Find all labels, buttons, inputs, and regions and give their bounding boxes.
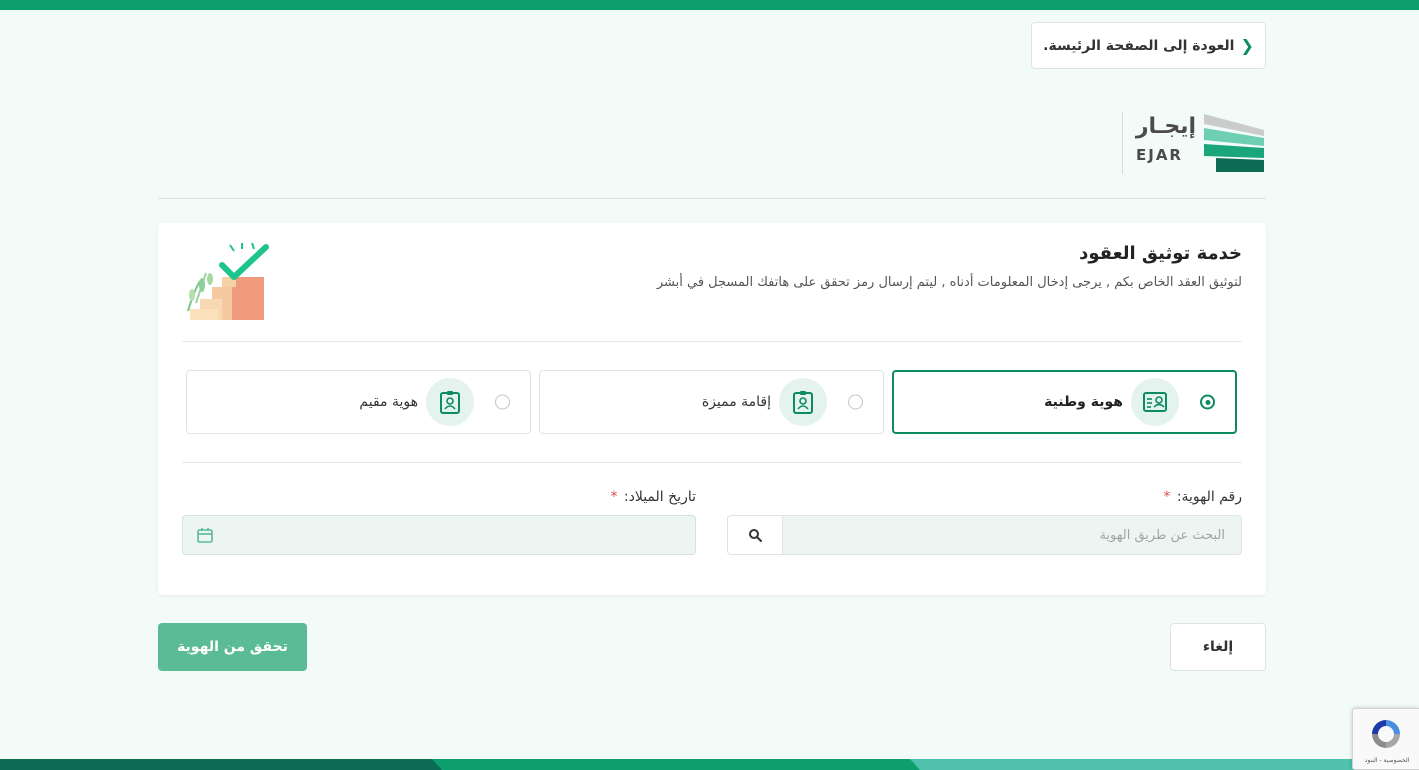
verify-identity-button[interactable]: تحقق من الهوية bbox=[158, 623, 307, 671]
calendar-icon bbox=[197, 528, 213, 543]
premium-residency-icon bbox=[779, 378, 827, 426]
id-number-placeholder: البحث عن طريق الهوية bbox=[1099, 527, 1225, 543]
national-id-icon bbox=[1131, 378, 1179, 426]
logo-english-text: EJAR bbox=[1136, 146, 1183, 164]
bottom-accent-bar bbox=[0, 759, 1419, 770]
id-type-premium-residency[interactable]: إقامة مميزة bbox=[539, 370, 884, 434]
id-number-label: رقم الهوية: * bbox=[1163, 489, 1242, 505]
cancel-button[interactable]: إلغاء bbox=[1170, 623, 1266, 671]
birth-date-input[interactable] bbox=[182, 515, 696, 555]
logo-arabic-text: إيجـار bbox=[1135, 114, 1196, 139]
radio-unselected[interactable] bbox=[495, 394, 510, 410]
header-divider bbox=[158, 198, 1266, 199]
birth-date-label-text: تاريخ الميلاد: bbox=[623, 489, 696, 505]
id-search-button[interactable] bbox=[727, 515, 783, 555]
radio-selected[interactable] bbox=[1200, 394, 1215, 410]
id-type-resident-id[interactable]: هوية مقيم bbox=[186, 370, 531, 434]
id-number-label-text: رقم الهوية: bbox=[1176, 489, 1242, 505]
recaptcha-badge[interactable]: الخصوصية - البنود bbox=[1352, 708, 1419, 770]
recaptcha-icon bbox=[1372, 720, 1400, 748]
chevron-left-icon: ❮ bbox=[1240, 36, 1254, 55]
id-number-field-group: البحث عن طريق الهوية bbox=[727, 515, 1242, 555]
back-to-home-button[interactable]: ❮ العودة إلى الصفحة الرئيسة. bbox=[1031, 22, 1266, 69]
service-subtitle: لتوثيق العقد الخاص بكم , يرجى إدخال المع… bbox=[656, 275, 1242, 290]
ejar-logo-mark bbox=[1204, 114, 1264, 172]
stairs-checkmark-illustration bbox=[187, 242, 269, 320]
service-card: خدمة توثيق العقود لتوثيق العقد الخاص بكم… bbox=[158, 223, 1266, 595]
logo-divider bbox=[1122, 112, 1123, 174]
radio-unselected[interactable] bbox=[848, 394, 863, 410]
required-mark: * bbox=[610, 489, 618, 505]
search-icon bbox=[749, 529, 762, 542]
ejar-logo: إيجـار EJAR bbox=[1122, 112, 1266, 174]
id-type-label: هوية مقيم bbox=[359, 394, 418, 410]
id-type-label: إقامة مميزة bbox=[701, 394, 771, 410]
recaptcha-links[interactable]: الخصوصية - البنود bbox=[1355, 757, 1419, 764]
id-type-label: هوية وطنية bbox=[1044, 394, 1123, 410]
service-title: خدمة توثيق العقود bbox=[1079, 243, 1242, 264]
back-to-home-label: العودة إلى الصفحة الرئيسة. bbox=[1043, 37, 1235, 54]
id-number-input[interactable]: البحث عن طريق الهوية bbox=[783, 515, 1242, 555]
resident-id-icon bbox=[426, 378, 474, 426]
required-mark: * bbox=[1163, 489, 1171, 505]
section-divider bbox=[182, 462, 1242, 463]
birth-date-label: تاريخ الميلاد: * bbox=[610, 489, 696, 505]
id-type-national-id[interactable]: هوية وطنية bbox=[892, 370, 1237, 434]
section-divider bbox=[182, 341, 1242, 342]
top-accent-bar bbox=[0, 0, 1419, 10]
